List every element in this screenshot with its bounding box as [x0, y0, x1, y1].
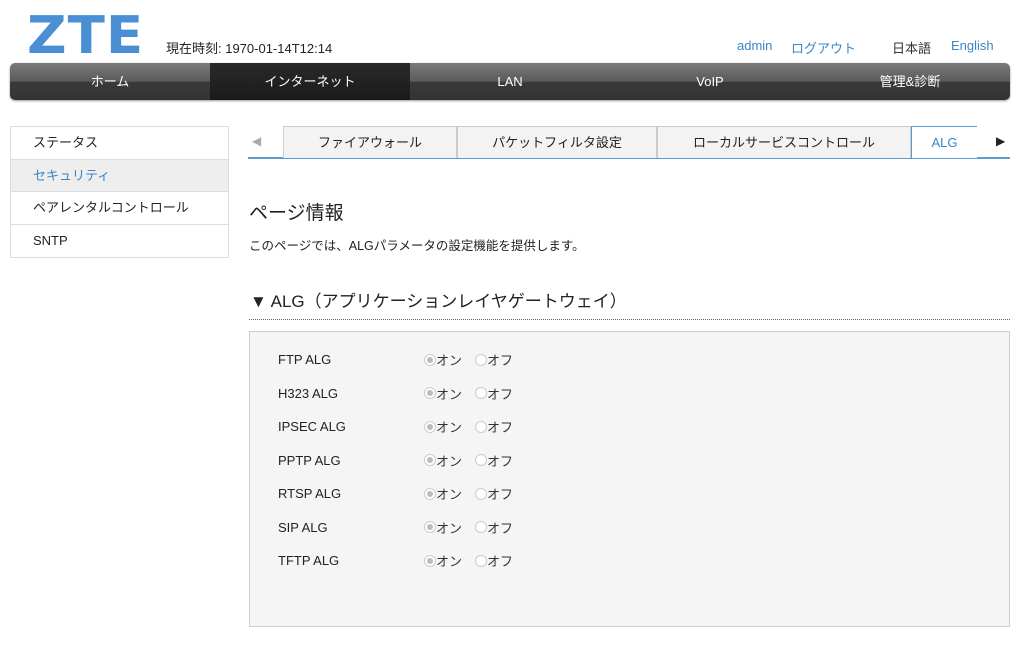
- tab-alg[interactable]: ALG: [911, 126, 977, 158]
- lang-english[interactable]: English: [951, 38, 994, 53]
- sidebar-item-sntp[interactable]: SNTP: [11, 225, 228, 258]
- radio-off-label: オフ: [487, 453, 514, 469]
- radio-on[interactable]: オン: [424, 350, 462, 369]
- radio-on-label: オン: [436, 453, 463, 469]
- tab-scroll-right-icon[interactable]: ▶: [996, 134, 1005, 148]
- radio-off-label: オフ: [487, 554, 514, 569]
- radio-on-label: オン: [436, 353, 463, 368]
- nav-voip[interactable]: VoIP: [610, 63, 810, 100]
- main-nav: ホーム インターネット LAN VoIP 管理&診断: [10, 63, 1010, 100]
- radio-off-circle[interactable]: [475, 487, 487, 500]
- sidebar-item-parental-control[interactable]: ペアレンタルコントロール: [11, 192, 228, 225]
- page-title: ページ情報: [249, 203, 344, 224]
- radio-off-circle[interactable]: [475, 387, 487, 399]
- current-time: 現在時刻: 1970-01-14T12:14: [166, 41, 333, 56]
- nav-admin[interactable]: 管理&診断: [810, 63, 1010, 100]
- sub-tabs: ◀ ファイアウォール パケットフィルタ設定 ローカルサービスコントロール ALG…: [248, 126, 1010, 159]
- alg-row: TFTP ALG オン オフ: [278, 551, 678, 571]
- alg-label: IPSEC ALG: [278, 419, 346, 434]
- radio-off-label: オフ: [487, 487, 514, 502]
- alg-label: H323 ALG: [278, 385, 338, 401]
- tab-scroll-left-icon[interactable]: ◀: [252, 134, 261, 148]
- radio-on-label: オン: [436, 487, 463, 502]
- sidebar: ステータス セキュリティ ペアレンタルコントロール SNTP: [10, 126, 229, 258]
- section-divider: [249, 319, 1010, 320]
- radio-on-label: オン: [436, 386, 463, 402]
- alg-label: FTP ALG: [278, 352, 332, 367]
- radio-on[interactable]: オン: [424, 518, 462, 537]
- radio-on-circle[interactable]: [424, 521, 436, 533]
- radio-off[interactable]: オフ: [475, 518, 513, 537]
- tab-packet-filter[interactable]: パケットフィルタ設定: [457, 126, 657, 158]
- sidebar-item-security[interactable]: セキュリティ: [11, 159, 228, 192]
- page-description: このページでは、ALGパラメータの設定機能を提供します。: [249, 239, 585, 253]
- user-link[interactable]: admin: [737, 38, 772, 53]
- alg-row: RTSP ALG オン オフ: [278, 484, 678, 504]
- radio-off-circle[interactable]: [475, 554, 487, 567]
- alg-settings-panel: FTP ALG オン オフ H323 ALG オン オフ IPSEC ALG オン …: [249, 331, 1010, 627]
- alg-row: FTP ALG オン オフ: [278, 350, 678, 370]
- radio-off[interactable]: オフ: [475, 451, 513, 470]
- radio-off-label: オフ: [487, 420, 514, 435]
- radio-off[interactable]: オフ: [475, 551, 513, 570]
- radio-on[interactable]: オン: [424, 484, 462, 503]
- tab-firewall[interactable]: ファイアウォール: [283, 126, 457, 158]
- alg-label: SIP ALG: [278, 519, 328, 535]
- radio-off-label: オフ: [487, 353, 514, 368]
- alg-row: PPTP ALG オン オフ: [278, 451, 678, 471]
- radio-on-circle[interactable]: [424, 554, 436, 567]
- zte-logo: ZTE: [27, 6, 145, 66]
- alg-label: RTSP ALG: [278, 486, 342, 501]
- radio-off-circle[interactable]: [475, 420, 487, 433]
- radio-on[interactable]: オン: [424, 551, 462, 570]
- alg-row: SIP ALG オン オフ: [278, 518, 678, 538]
- radio-off[interactable]: オフ: [475, 384, 513, 403]
- logout-link[interactable]: ログアウト: [791, 38, 856, 57]
- nav-internet[interactable]: インターネット: [210, 63, 410, 100]
- alg-label: PPTP ALG: [278, 452, 341, 468]
- radio-on[interactable]: オン: [424, 451, 462, 470]
- alg-label: TFTP ALG: [278, 553, 340, 568]
- alg-row: H323 ALG オン オフ: [278, 384, 678, 404]
- nav-home[interactable]: ホーム: [10, 63, 210, 100]
- sidebar-item-status[interactable]: ステータス: [11, 127, 228, 160]
- radio-off-circle[interactable]: [475, 353, 487, 366]
- radio-off-circle[interactable]: [475, 521, 487, 533]
- tab-local-service-control[interactable]: ローカルサービスコントロール: [657, 126, 911, 158]
- radio-on[interactable]: オン: [424, 384, 462, 403]
- radio-on-circle[interactable]: [424, 353, 436, 366]
- radio-off[interactable]: オフ: [475, 417, 513, 436]
- nav-lan[interactable]: LAN: [410, 63, 610, 100]
- alg-row: IPSEC ALG オン オフ: [278, 417, 678, 437]
- lang-japanese[interactable]: 日本語: [892, 38, 931, 57]
- radio-off[interactable]: オフ: [475, 484, 513, 503]
- radio-on-circle[interactable]: [424, 487, 436, 500]
- radio-on-label: オン: [436, 420, 463, 435]
- radio-off-circle[interactable]: [475, 454, 487, 466]
- radio-on-label: オン: [436, 520, 463, 536]
- radio-on[interactable]: オン: [424, 417, 462, 436]
- radio-on-circle[interactable]: [424, 387, 436, 399]
- radio-off[interactable]: オフ: [475, 350, 513, 369]
- radio-on-label: オン: [436, 554, 463, 569]
- radio-on-circle[interactable]: [424, 420, 436, 433]
- radio-on-circle[interactable]: [424, 454, 436, 466]
- radio-off-label: オフ: [487, 520, 514, 536]
- section-header-alg[interactable]: ▼ ALG（アプリケーションレイヤゲートウェイ）: [250, 287, 627, 312]
- radio-off-label: オフ: [487, 386, 514, 402]
